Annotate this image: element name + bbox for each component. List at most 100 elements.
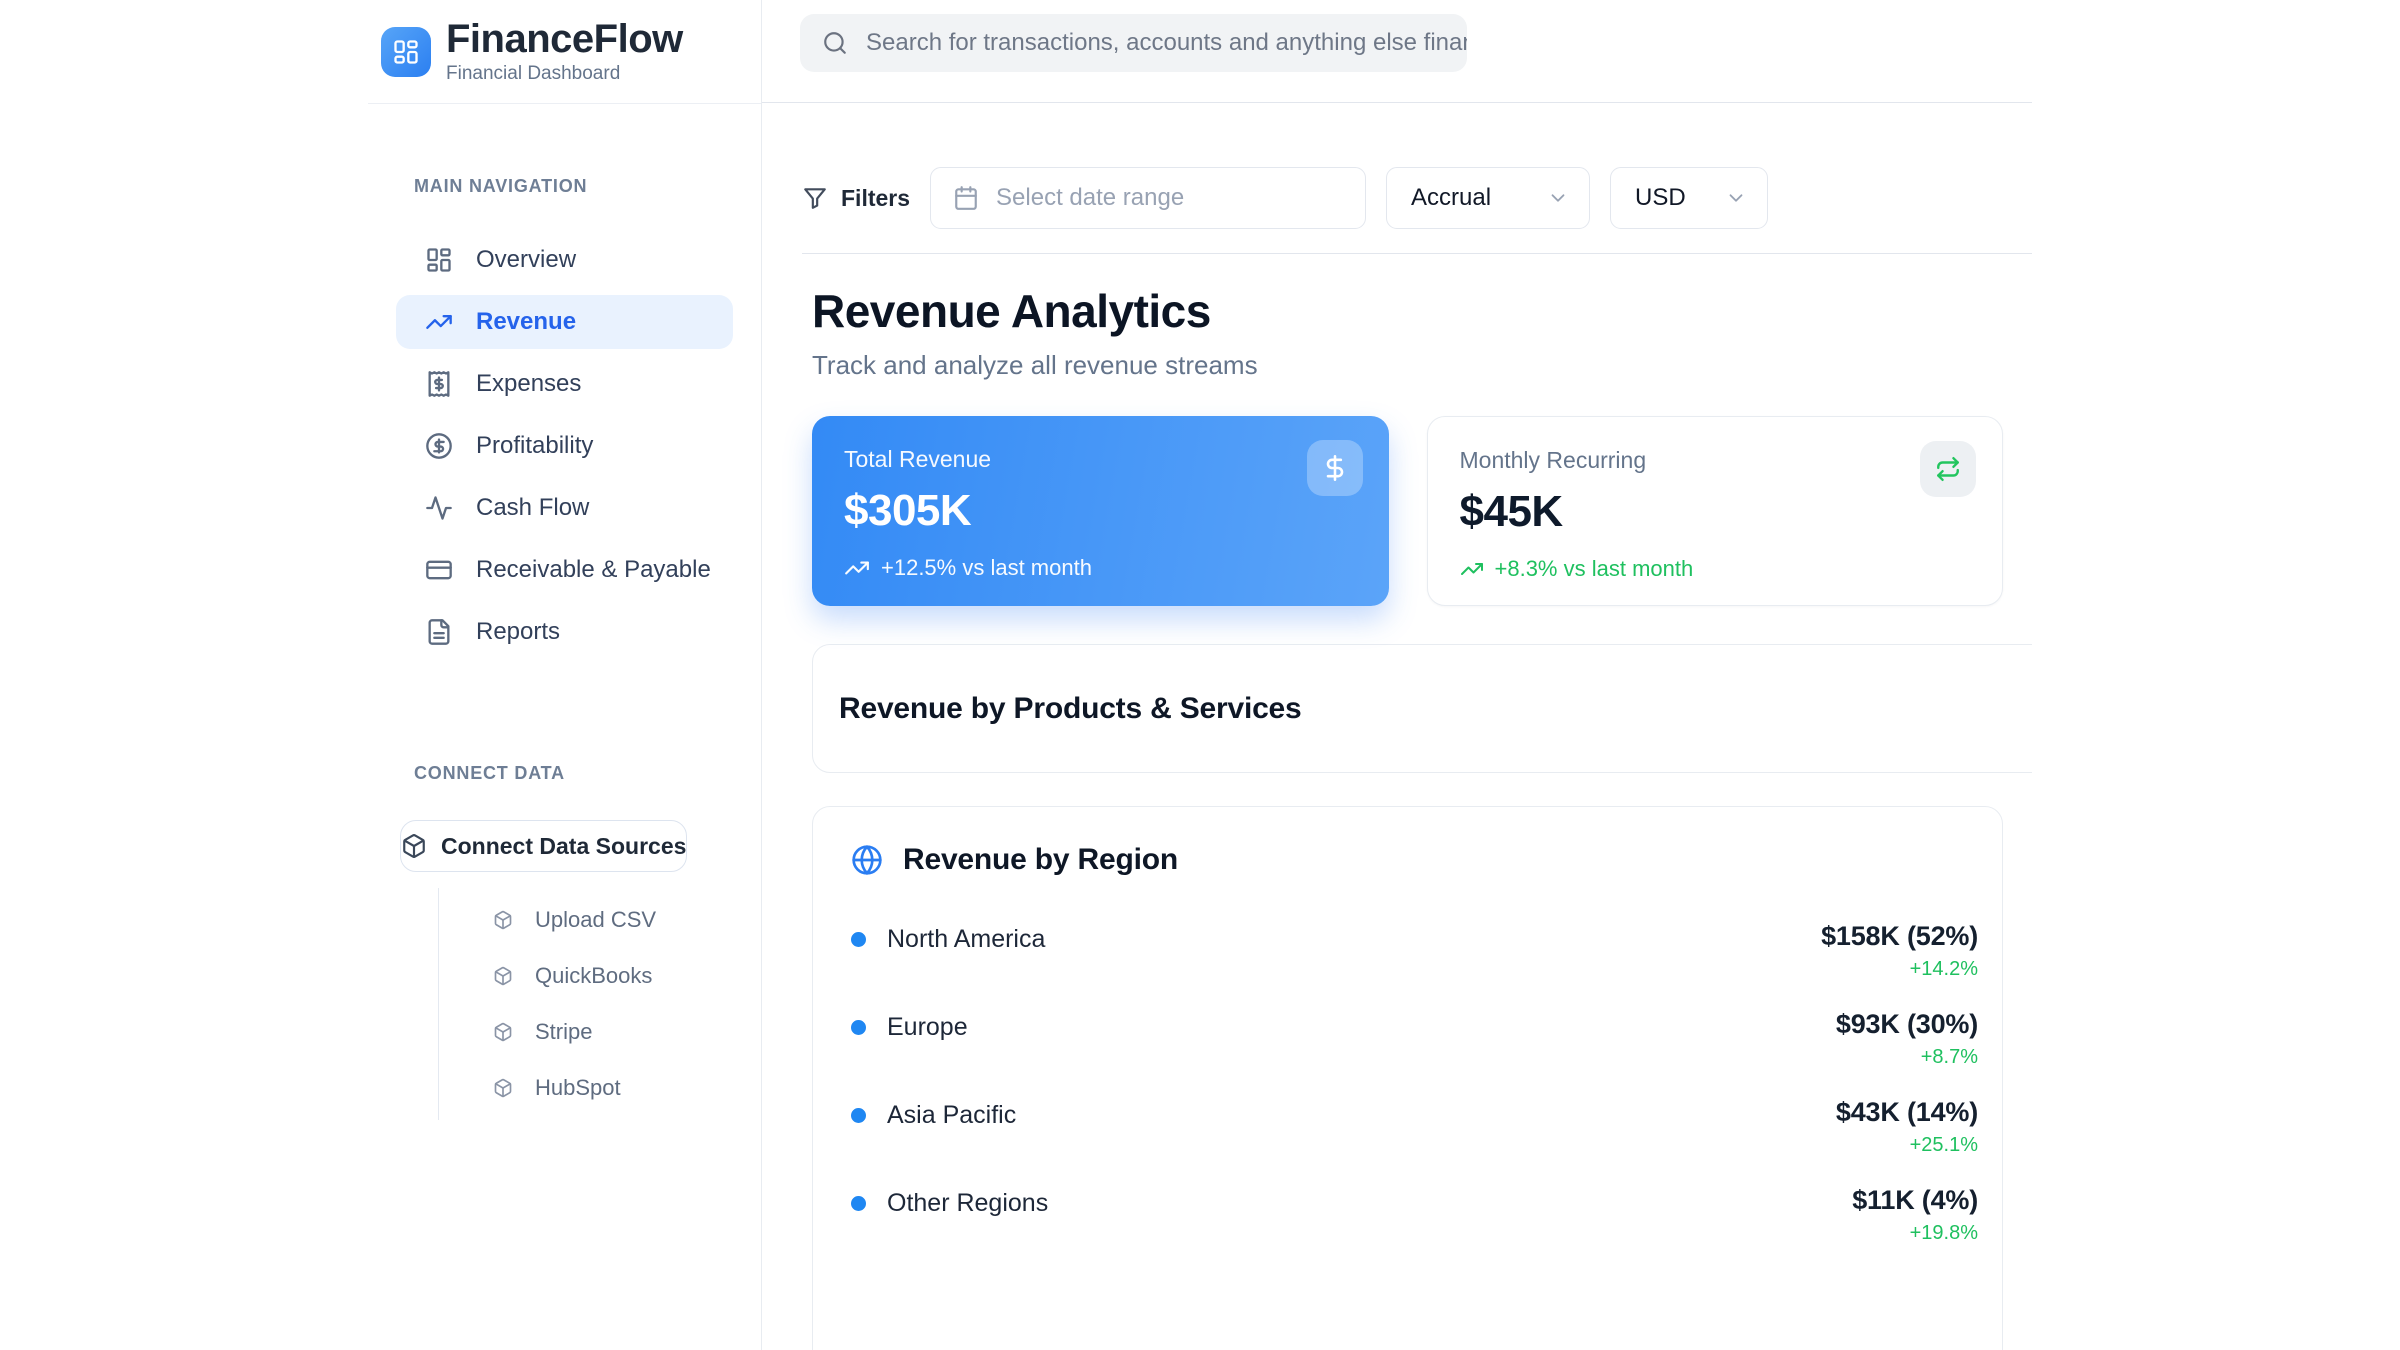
region-row-other-regions: Other Regions $11K (4%) +19.8% [851,1185,1978,1249]
page-content: Revenue Analytics Track and analyze all … [762,254,2032,1350]
metric-cards: Total Revenue $305K +12.5% vs last month… [812,416,2003,606]
credit-card-icon [425,556,453,584]
section-label-main-navigation: MAIN NAVIGATION [414,176,761,197]
main-content: Filters Select date range Accrual USD Re… [762,0,2032,1350]
region-change: +25.1% [1836,1134,1978,1157]
sidebar-header: FinanceFlow Financial Dashboard [368,0,761,104]
dollar-sign-icon [1307,440,1363,496]
region-dot-icon [851,932,866,947]
date-range-placeholder: Select date range [996,184,1184,212]
app-window: FinanceFlow Financial Dashboard MAIN NAV… [368,0,2032,1350]
trending-up-icon [425,308,453,336]
sidebar-item-label: Profitability [476,432,593,460]
brand-name: FinanceFlow [446,18,683,60]
region-value: $43K (14%) [1836,1097,1978,1128]
source-item-label: QuickBooks [535,963,652,989]
region-dot-icon [851,1108,866,1123]
search-icon [822,30,848,56]
sidebar-item-profitability[interactable]: Profitability [396,419,733,473]
chevron-down-icon [1547,187,1569,209]
revenue-by-products-card: Revenue by Products & Services [812,644,2032,773]
chevron-down-icon [1725,187,1747,209]
trending-up-icon [1460,557,1484,581]
source-item-label: Upload CSV [535,907,656,933]
region-change: +19.8% [1852,1222,1978,1245]
sidebar-item-overview[interactable]: Overview [396,233,733,287]
source-item-quickbooks[interactable]: QuickBooks [439,948,761,1004]
filter-funnel-icon [802,185,828,211]
calendar-icon [953,185,979,211]
search-box[interactable] [800,14,1467,72]
globe-icon [851,844,883,876]
connect-data-sources-button[interactable]: Connect Data Sources [400,820,687,872]
metric-value: $305K [844,486,1357,536]
region-row-north-america: North America $158K (52%) +14.2% [851,921,1978,985]
trending-up-icon [844,555,870,581]
section-label-connect-data: CONNECT DATA [414,763,761,784]
region-dot-icon [851,1196,866,1211]
accounting-basis-value: Accrual [1411,184,1491,212]
source-item-label: HubSpot [535,1075,621,1101]
brand-text: FinanceFlow Financial Dashboard [446,18,683,85]
region-row-asia-pacific: Asia Pacific $43K (14%) +25.1% [851,1097,1978,1161]
currency-select[interactable]: USD [1610,167,1768,229]
region-name: Asia Pacific [887,1101,1016,1130]
sidebar-item-label: Reports [476,618,560,646]
receipt-icon [425,370,453,398]
region-card-title: Revenue by Region [903,843,1178,877]
sidebar-item-label: Expenses [476,370,581,398]
layout-dashboard-icon [425,246,453,274]
package-icon [493,1022,513,1042]
package-icon [493,910,513,930]
products-card-title: Revenue by Products & Services [839,692,1302,726]
connect-button-label: Connect Data Sources [441,833,686,860]
sidebar-item-expenses[interactable]: Expenses [396,357,733,411]
sidebar-item-cash-flow[interactable]: Cash Flow [396,481,733,535]
sidebar-item-reports[interactable]: Reports [396,605,733,659]
circle-dollar-icon [425,432,453,460]
sidebar-item-label: Cash Flow [476,494,589,522]
source-item-stripe[interactable]: Stripe [439,1004,761,1060]
filters-label: Filters [841,185,910,212]
source-item-hubspot[interactable]: HubSpot [439,1060,761,1116]
region-name: Europe [887,1013,968,1042]
total-revenue-card: Total Revenue $305K +12.5% vs last month [812,416,1389,606]
brand-tagline: Financial Dashboard [446,63,683,85]
metric-change-text: +12.5% vs last month [881,555,1092,581]
filters-bar: Filters Select date range Accrual USD [802,167,2032,229]
package-icon [493,966,513,986]
metric-label: Monthly Recurring [1460,447,1971,474]
package-icon [401,833,427,859]
top-bar [762,14,2032,103]
filters-toggle[interactable]: Filters [802,185,910,212]
date-range-picker[interactable]: Select date range [930,167,1366,229]
page-subtitle: Track and analyze all revenue streams [812,350,2032,381]
sidebar-item-label: Revenue [476,308,576,336]
sidebar-item-revenue[interactable]: Revenue [396,295,733,349]
metric-value: $45K [1460,487,1971,537]
region-change: +14.2% [1821,958,1978,981]
sidebar-item-receivable-payable[interactable]: Receivable & Payable [396,543,733,597]
main-navigation: Overview Revenue Expenses Profitability … [368,233,761,659]
monthly-recurring-card: Monthly Recurring $45K +8.3% vs last mon… [1427,416,2004,606]
region-dot-icon [851,1020,866,1035]
region-value: $93K (30%) [1836,1009,1978,1040]
source-item-upload-csv[interactable]: Upload CSV [439,892,761,948]
metric-label: Total Revenue [844,446,1357,473]
region-card-header: Revenue by Region [851,843,1978,877]
region-row-europe: Europe $93K (30%) +8.7% [851,1009,1978,1073]
sidebar-item-label: Receivable & Payable [476,556,711,584]
region-change: +8.7% [1836,1046,1978,1069]
region-name: Other Regions [887,1189,1048,1218]
activity-icon [425,494,453,522]
revenue-by-region-card: Revenue by Region North America $158K (5… [812,806,2003,1350]
file-text-icon [425,618,453,646]
region-value: $11K (4%) [1852,1185,1978,1216]
app-logo-icon [381,27,431,77]
region-name: North America [887,925,1045,954]
repeat-icon [1920,441,1976,497]
accounting-basis-select[interactable]: Accrual [1386,167,1590,229]
region-value: $158K (52%) [1821,921,1978,952]
currency-value: USD [1635,184,1686,212]
search-input[interactable] [866,29,1467,57]
